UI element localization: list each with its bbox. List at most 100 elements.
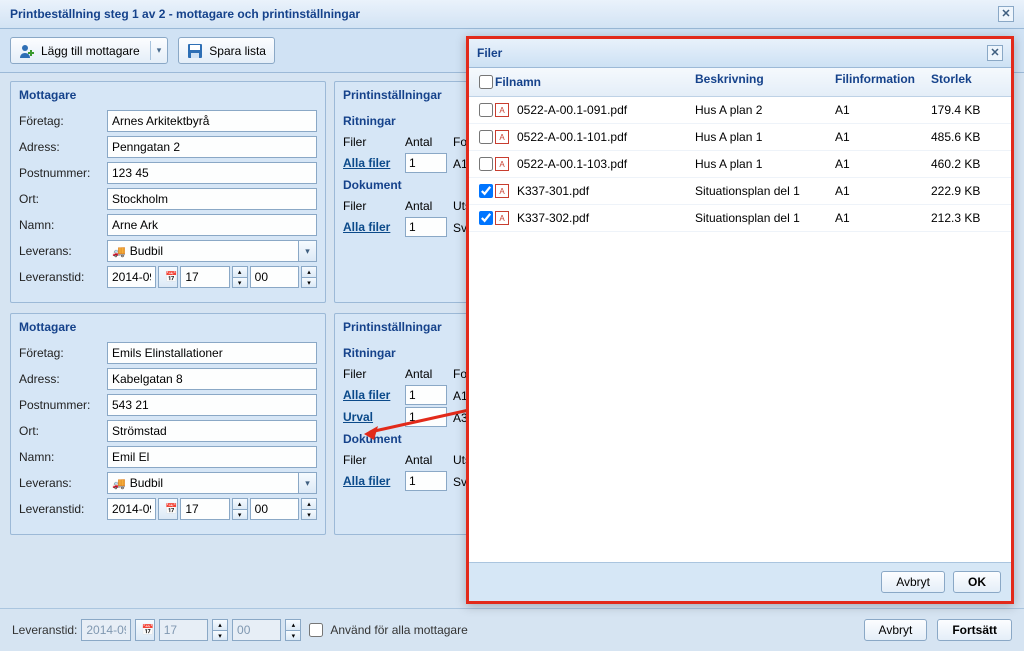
pdf-icon: A (495, 157, 509, 171)
alla-filer-link[interactable]: Alla filer (343, 156, 399, 170)
calendar-icon[interactable]: 📅 (158, 498, 178, 520)
company-input[interactable] (107, 342, 317, 364)
date-input[interactable] (107, 266, 156, 288)
recipient-form: Företag: Adress: Postnummer: Ort: Namn: … (11, 342, 325, 534)
select-all-checkbox[interactable] (479, 75, 493, 89)
table-row[interactable]: A0522-A-00.1-091.pdfHus A plan 2A1179.4 … (469, 97, 1011, 124)
recipient-panel: Mottagare Företag: Adress: Postnummer: O… (10, 81, 326, 303)
file-name-cell: A0522-A-00.1-091.pdf (495, 103, 695, 117)
qty-input[interactable] (405, 217, 447, 237)
delivery-combo-trigger[interactable]: ▾ (299, 472, 317, 494)
hour-down-icon[interactable]: ▾ (232, 509, 248, 520)
pdf-icon: A (495, 103, 509, 117)
delivery-combo[interactable]: 🚚Budbil (107, 472, 299, 494)
minute-down-icon[interactable]: ▾ (285, 630, 301, 641)
alla-filer-link[interactable]: Alla filer (343, 388, 399, 402)
file-desc-cell: Situationsplan del 1 (695, 211, 835, 225)
minute-input[interactable] (250, 266, 299, 288)
add-user-icon (19, 43, 35, 59)
pdf-icon: A (495, 130, 509, 144)
col-filename[interactable]: Filnamn (495, 72, 695, 92)
hour-input[interactable] (180, 498, 229, 520)
urval-link[interactable]: Urval (343, 410, 399, 424)
footer-hour-input[interactable] (159, 619, 208, 641)
hour-down-icon[interactable]: ▾ (212, 630, 228, 641)
hour-down-icon[interactable]: ▾ (232, 277, 248, 288)
col-fileinfo[interactable]: Filinformation (835, 72, 931, 92)
hour-up-icon[interactable]: ▴ (232, 266, 248, 277)
footer-minute-input[interactable] (232, 619, 281, 641)
address-input[interactable] (107, 368, 317, 390)
minute-down-icon[interactable]: ▾ (301, 509, 317, 520)
alla-filer-link[interactable]: Alla filer (343, 474, 399, 488)
close-icon[interactable]: ✕ (998, 6, 1014, 22)
dropdown-caret-icon[interactable]: ▾ (150, 41, 168, 60)
city-input[interactable] (107, 188, 317, 210)
row-checkbox[interactable] (479, 157, 493, 171)
file-name-cell: A0522-A-00.1-103.pdf (495, 157, 695, 171)
qty-input[interactable] (405, 385, 447, 405)
calendar-icon[interactable]: 📅 (158, 266, 178, 288)
minute-input[interactable] (250, 498, 299, 520)
city-input[interactable] (107, 420, 317, 442)
postal-input[interactable] (107, 394, 317, 416)
label-postal: Postnummer: (19, 166, 107, 180)
row-checkbox[interactable] (479, 211, 493, 225)
files-modal: Filer ✕ Filnamn Beskrivning Filinformati… (466, 36, 1014, 604)
label-deliverytime: Leveranstid: (19, 502, 107, 516)
hour-input[interactable] (180, 266, 229, 288)
label-company: Företag: (19, 346, 107, 360)
file-size-cell: 179.4 KB (931, 103, 1005, 117)
minute-up-icon[interactable]: ▴ (285, 619, 301, 630)
wizard-header: Printbeställning steg 1 av 2 - mottagare… (0, 0, 1024, 29)
file-desc-cell: Hus A plan 1 (695, 157, 835, 171)
postal-input[interactable] (107, 162, 317, 184)
table-row[interactable]: AK337-301.pdfSituationsplan del 1A1222.9… (469, 178, 1011, 205)
label-address: Adress: (19, 372, 107, 386)
next-button[interactable]: Fortsätt (937, 619, 1012, 641)
row-checkbox[interactable] (479, 184, 493, 198)
minute-up-icon[interactable]: ▴ (301, 266, 317, 277)
name-input[interactable] (107, 214, 317, 236)
hour-up-icon[interactable]: ▴ (212, 619, 228, 630)
qty-input[interactable] (405, 153, 447, 173)
footer-date-input[interactable] (81, 619, 130, 641)
delivery-combo[interactable]: 🚚Budbil (107, 240, 299, 262)
label-delivery: Leverans: (19, 244, 107, 258)
label-postal: Postnummer: (19, 398, 107, 412)
save-list-label: Spara lista (209, 44, 266, 58)
modal-cancel-button[interactable]: Avbryt (881, 571, 945, 593)
add-recipient-label: Lägg till mottagare (41, 44, 140, 58)
file-name-cell: A0522-A-00.1-101.pdf (495, 130, 695, 144)
qty-input[interactable] (405, 407, 447, 427)
calendar-icon[interactable]: 📅 (135, 619, 155, 641)
cancel-button[interactable]: Avbryt (864, 619, 928, 641)
minute-down-icon[interactable]: ▾ (301, 277, 317, 288)
delivery-combo-trigger[interactable]: ▾ (299, 240, 317, 262)
alla-filer-link[interactable]: Alla filer (343, 220, 399, 234)
table-row[interactable]: A0522-A-00.1-101.pdfHus A plan 1A1485.6 … (469, 124, 1011, 151)
company-input[interactable] (107, 110, 317, 132)
name-input[interactable] (107, 446, 317, 468)
file-info-cell: A1 (835, 130, 931, 144)
save-icon (187, 43, 203, 59)
hour-up-icon[interactable]: ▴ (232, 498, 248, 509)
table-row[interactable]: AK337-302.pdfSituationsplan del 1A1212.3… (469, 205, 1011, 232)
save-list-button[interactable]: Spara lista (178, 37, 275, 64)
modal-ok-button[interactable]: OK (953, 571, 1001, 593)
table-row[interactable]: A0522-A-00.1-103.pdfHus A plan 1A1460.2 … (469, 151, 1011, 178)
row-checkbox[interactable] (479, 103, 493, 117)
add-recipient-button[interactable]: Lägg till mottagare ▾ (10, 37, 168, 64)
col-size[interactable]: Storlek (931, 72, 1005, 92)
modal-header: Filer ✕ (469, 39, 1011, 67)
file-name-cell: AK337-302.pdf (495, 211, 695, 225)
qty-input[interactable] (405, 471, 447, 491)
col-description[interactable]: Beskrivning (695, 72, 835, 92)
date-input[interactable] (107, 498, 156, 520)
minute-up-icon[interactable]: ▴ (301, 498, 317, 509)
row-checkbox[interactable] (479, 130, 493, 144)
address-input[interactable] (107, 136, 317, 158)
modal-footer: Avbryt OK (469, 562, 1011, 601)
use-for-all-checkbox[interactable] (309, 623, 323, 637)
modal-close-icon[interactable]: ✕ (987, 45, 1003, 61)
